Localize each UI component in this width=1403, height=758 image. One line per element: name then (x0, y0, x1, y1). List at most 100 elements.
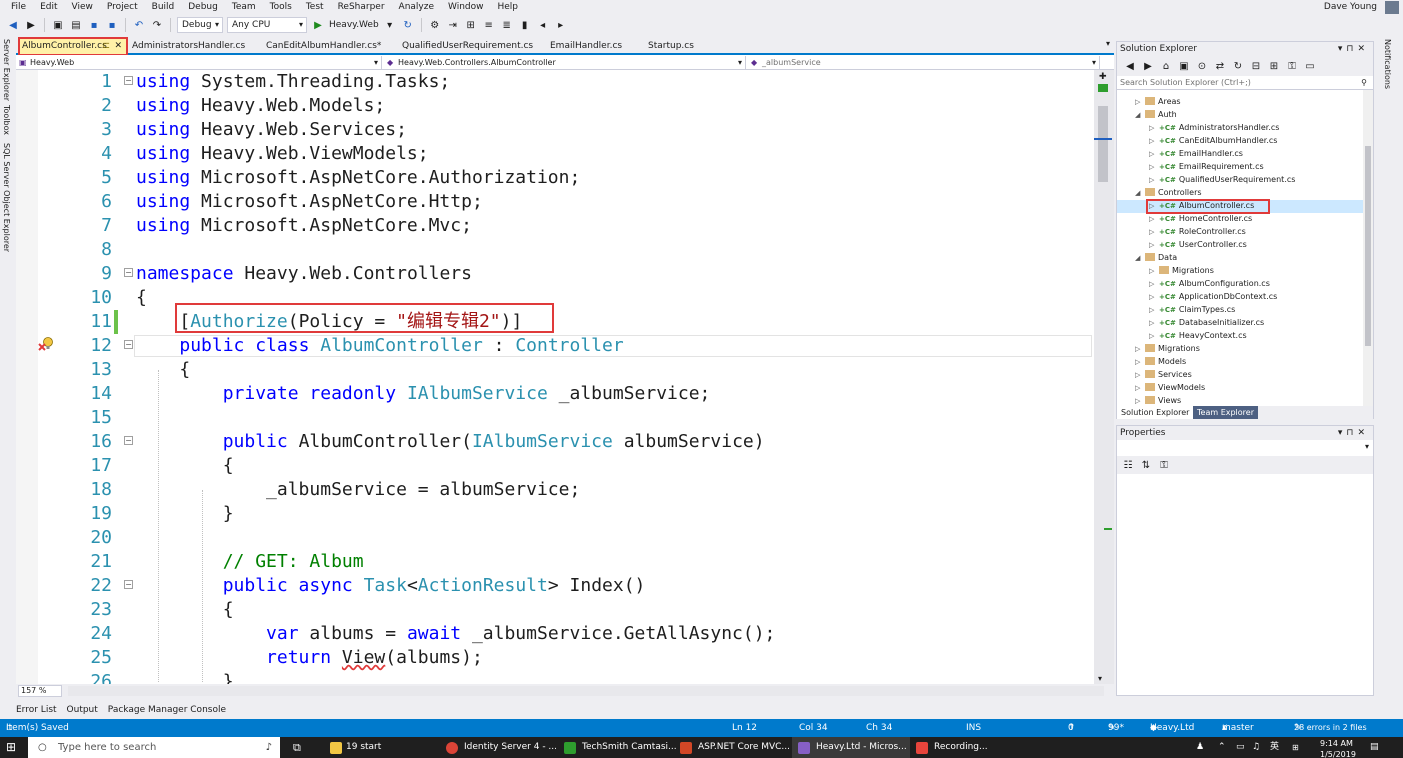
tree-item[interactable]: ▷ ViewModels (1135, 381, 1205, 394)
code-line[interactable]: 26 } (16, 670, 1094, 684)
collapse-icon[interactable]: ◢ (1135, 187, 1145, 200)
code-line[interactable]: 17 { (16, 454, 1094, 478)
code-editor[interactable]: 1− using System.Threading.Tasks; 2 using He… (16, 70, 1094, 684)
code-line[interactable]: 15 (16, 406, 1094, 430)
code-line[interactable]: 1 − using System.Threading.Tasks; (16, 70, 1094, 94)
browser-link-icon[interactable]: ⚙ (428, 18, 442, 32)
microphone-icon[interactable]: ♪ (266, 737, 272, 758)
people-icon[interactable]: ♟ (1196, 737, 1204, 758)
open-file-icon[interactable]: ▤ (69, 18, 83, 32)
menu-item-project[interactable]: Project (100, 0, 145, 14)
menu-item-analyze[interactable]: Analyze (392, 0, 441, 14)
forward-icon[interactable]: ▶ (1141, 59, 1155, 73)
code-line[interactable]: 13 { (16, 358, 1094, 382)
tree-item[interactable]: ▷ Migrations (1135, 342, 1200, 355)
collapse-icon[interactable]: − (124, 580, 133, 589)
taskbar-item-visual-studio[interactable]: Heavy.Ltd - Micros... (816, 737, 907, 758)
tab-team-explorer[interactable]: Team Explorer (1193, 406, 1258, 419)
prev-bookmark-icon[interactable]: ◂ (536, 18, 550, 32)
collapse-icon[interactable]: − (124, 268, 133, 277)
code-line[interactable]: 6 using Microsoft.AspNetCore.Http; (16, 190, 1094, 214)
save-icon[interactable]: ▪ (87, 18, 101, 32)
tree-item[interactable]: ▷ +C# DatabaseInitializer.cs (1149, 316, 1264, 329)
find-icon[interactable]: ⊞ (464, 18, 478, 32)
menu-item-debug[interactable]: Debug (181, 0, 225, 14)
properties-icon[interactable]: ⚿ (1285, 59, 1299, 73)
ime-icon[interactable]: ⊞ (1292, 737, 1299, 758)
menu-item-edit[interactable]: Edit (33, 0, 64, 14)
tab-email-handler[interactable]: EmailHandler.cs (546, 39, 622, 53)
tree-item[interactable]: ▷ +C# ClaimTypes.cs (1149, 303, 1235, 316)
network-icon[interactable]: ▭ (1236, 737, 1245, 758)
start-button[interactable]: Heavy.Web (329, 20, 379, 30)
menu-item-test[interactable]: Test (299, 0, 331, 14)
menu-item-window[interactable]: Window (441, 0, 491, 14)
close-icon[interactable]: ✕ (114, 39, 122, 54)
menu-item-help[interactable]: Help (491, 0, 526, 14)
switch-views-icon[interactable]: ▣ (1177, 59, 1191, 73)
next-bookmark-icon[interactable]: ▸ (554, 18, 568, 32)
windows-start-icon[interactable]: ⊞ (6, 737, 16, 758)
tab-can-edit-album-handler[interactable]: CanEditAlbumHandler.cs* (262, 39, 381, 53)
tree-item[interactable]: ▷ Areas (1135, 95, 1181, 108)
solution-explorer-scrollbar[interactable] (1363, 90, 1373, 406)
comment-icon[interactable]: ≡ (482, 18, 496, 32)
redo-icon[interactable]: ↷ (150, 18, 164, 32)
forward-icon[interactable]: ▶ (24, 18, 38, 32)
scroll-down-icon[interactable]: ▾ (1098, 674, 1102, 683)
project-dropdown[interactable]: ▣ Heavy.Web ▾ (16, 56, 382, 69)
tree-item[interactable]: ▷ +C# ApplicationDbContext.cs (1149, 290, 1277, 303)
categorized-icon[interactable]: ☷ (1121, 458, 1135, 472)
code-line[interactable]: 3 using Heavy.Web.Services; (16, 118, 1094, 142)
menu-item-view[interactable]: View (65, 0, 100, 14)
code-line[interactable]: 16 − public AlbumController(IAlbumService… (16, 430, 1094, 454)
collapse-icon[interactable]: ◢ (1135, 252, 1145, 265)
code-line[interactable]: 20 (16, 526, 1094, 550)
code-line[interactable]: 8 (16, 238, 1094, 262)
taskbar-item-chrome[interactable]: Identity Server 4 - ... (464, 737, 557, 758)
toolbox-tab[interactable]: Toolbox (2, 105, 11, 135)
taskbar-item-powerpoint[interactable]: ASP.NET Core MVC... (698, 737, 790, 758)
code-line[interactable]: 14 private readonly IAlbumService _album… (16, 382, 1094, 406)
tab-album-controller[interactable]: AlbumController.cs ⊏ ✕ (18, 37, 128, 56)
bookmark-icon[interactable]: ▮ (518, 18, 532, 32)
property-pages-icon[interactable]: ⚿ (1157, 458, 1171, 472)
collapse-icon[interactable]: − (124, 76, 133, 85)
preview-icon[interactable]: ▭ (1303, 59, 1317, 73)
tab-package-manager-console[interactable]: Package Manager Console (108, 705, 226, 715)
alphabetical-icon[interactable]: ⇅ (1139, 458, 1153, 472)
search-icon[interactable]: ⚲ (1361, 76, 1367, 90)
collapse-icon[interactable]: − (124, 436, 133, 445)
notifications-tab[interactable]: Notifications (1383, 39, 1392, 89)
split-icon[interactable]: ✚ (1099, 72, 1107, 82)
taskbar-item-recording[interactable]: Recording... (934, 737, 988, 758)
avatar[interactable] (1385, 1, 1399, 14)
solution-explorer-search[interactable]: Search Solution Explorer (Ctrl+;) ⚲ (1117, 76, 1373, 90)
type-dropdown[interactable]: ◆ Heavy.Web.Controllers.AlbumController … (384, 56, 746, 69)
code-line[interactable]: 9 − namespace Heavy.Web.Controllers (16, 262, 1094, 286)
step-icon[interactable]: ⇥ (446, 18, 460, 32)
code-line[interactable]: 22 − public async Task<ActionResult> Inde… (16, 574, 1094, 598)
tab-overflow-icon[interactable]: ▾ (1106, 39, 1110, 48)
collapse-all-icon[interactable]: ⊟ (1249, 59, 1263, 73)
tree-item[interactable]: ▷ +C# EmailRequirement.cs (1149, 160, 1264, 173)
pin-icon[interactable]: ⊏ (102, 39, 110, 54)
chevron-down-icon[interactable]: ▾ (383, 18, 397, 32)
new-project-icon[interactable]: ▣ (51, 18, 65, 32)
panel-controls[interactable]: ▾⊓✕ (1338, 426, 1369, 440)
code-line[interactable]: 23 { (16, 598, 1094, 622)
member-dropdown[interactable]: ◆ _albumService ▾ (748, 56, 1100, 69)
code-line[interactable]: 2 using Heavy.Web.Models; (16, 94, 1094, 118)
zoom-select[interactable]: 157 % (18, 685, 62, 697)
action-center-icon[interactable]: ▤ (1370, 737, 1379, 758)
code-line[interactable]: 21 // GET: Album (16, 550, 1094, 574)
tab-administrators-handler[interactable]: AdministratorsHandler.cs (128, 39, 245, 53)
code-line[interactable]: 12− public class AlbumController : Contr… (16, 334, 1094, 358)
code-line[interactable]: 18 _albumService = albumService; (16, 478, 1094, 502)
horizontal-scrollbar[interactable] (68, 686, 1104, 696)
menu-item-resharper[interactable]: ReSharper (331, 0, 392, 14)
tree-item[interactable]: ▷ +C# CanEditAlbumHandler.cs (1149, 134, 1277, 147)
taskbar-item-explorer[interactable]: 19 start (346, 737, 381, 758)
server-explorer-tab[interactable]: Server Explorer (2, 39, 11, 101)
back-icon[interactable]: ◀ (1123, 59, 1137, 73)
